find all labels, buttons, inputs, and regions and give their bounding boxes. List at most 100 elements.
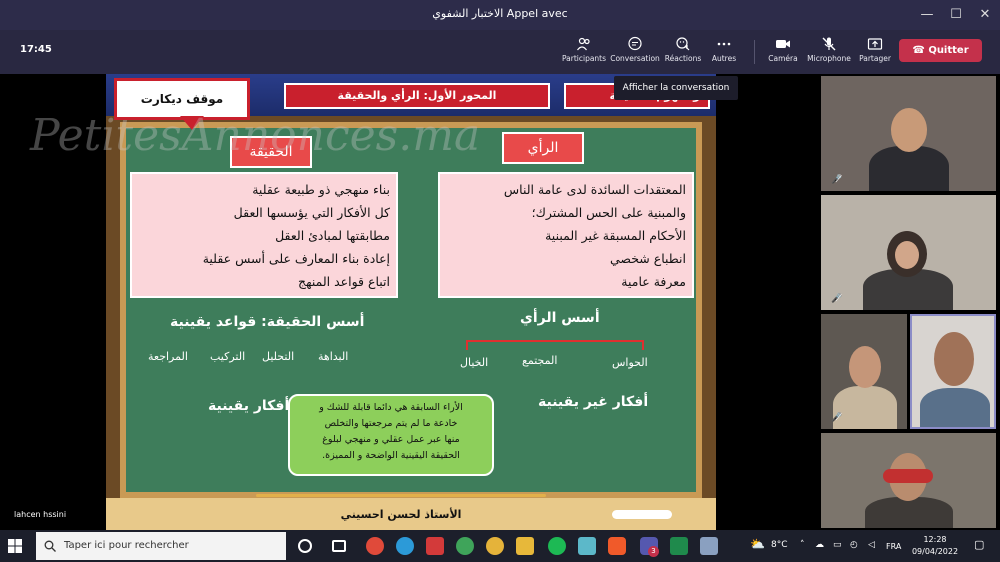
rule-item: التحليل — [262, 350, 295, 363]
close-window-button[interactable]: ✕ — [974, 4, 996, 26]
teacher-name: الأستاذ لحسن احسيني — [340, 508, 462, 521]
teams-notification-badge: 3 — [648, 546, 659, 557]
participant-video — [833, 386, 897, 429]
app-icon[interactable] — [578, 537, 596, 555]
microphone-label: Microphone — [807, 54, 851, 63]
conclusion-line: الحقيقة اليقينية الواضحة و المميزة. — [322, 450, 460, 461]
minimize-button[interactable]: — — [916, 4, 938, 26]
presenter-name: lahcen hssini — [14, 510, 67, 519]
file-explorer-icon[interactable] — [516, 537, 534, 555]
share-button[interactable]: Partager — [850, 36, 900, 63]
microphone-button[interactable]: Microphone — [804, 36, 854, 63]
truth-line: كل الأفكار التي يؤسسها العقل — [233, 205, 390, 220]
language-indicator[interactable]: FRA — [886, 542, 901, 551]
mic-muted-icon: 🎤̸ — [831, 413, 843, 423]
presentation-slide: المحور الأول: الرأي والحقيقة ومفهوم الحق… — [106, 74, 716, 530]
certain-ideas: أفكار يقينية — [208, 398, 290, 414]
clock-date: 09/04/2022 — [911, 547, 959, 556]
sources-bracket — [466, 340, 644, 350]
participant-video — [920, 388, 990, 427]
participant-face-detail — [895, 241, 919, 269]
source-item: الحواس — [612, 356, 648, 369]
participant-tile-active[interactable] — [910, 314, 996, 429]
truth-foundations-heading: أسس الحقيقة: قواعد يقينية — [170, 314, 365, 330]
source-item: الخيال — [460, 356, 489, 369]
camera-label: Caméra — [768, 54, 798, 63]
brave-icon[interactable] — [608, 537, 626, 555]
window-title: الاختبار الشفوي Appel avec — [432, 7, 568, 20]
participant-tile[interactable]: 🎤̸ — [821, 195, 996, 310]
chrome-profile-icon[interactable] — [486, 537, 504, 555]
opinion-line: والمبنية على الحس المشترك؛ — [531, 205, 686, 220]
task-view-icon[interactable] — [332, 540, 346, 552]
participants-label: Participants — [561, 54, 607, 63]
conclusion-line: منها عبر عمل عقلي و منهجي لبلوغ — [322, 434, 460, 445]
windows-start-icon[interactable] — [8, 539, 22, 553]
more-button[interactable]: Autres — [699, 36, 749, 63]
chat-icon — [628, 36, 642, 51]
conversation-label: Conversation — [610, 54, 660, 63]
leave-button[interactable]: ☎ Quitter — [899, 39, 982, 62]
participant-tile[interactable]: 🎤̸ — [821, 76, 996, 191]
opinion-line: الأحكام المسبقة غير المبنية — [545, 228, 686, 243]
share-icon — [867, 38, 883, 50]
app-icon[interactable] — [426, 537, 444, 555]
participant-tile[interactable] — [821, 433, 996, 528]
phone-hangup-icon: ☎ — [912, 45, 925, 56]
window-title-bar: الاختبار الشفوي Appel avec — ☐ ✕ — [0, 0, 1000, 30]
battery-icon[interactable]: ▭ — [833, 540, 842, 550]
camera-button[interactable]: Caméra — [758, 36, 808, 63]
network-icon[interactable]: ◴ — [850, 540, 858, 550]
conversation-tooltip: Afficher la conversation — [614, 76, 738, 100]
truth-line: مطابقتها لمبادئ العقل — [275, 228, 390, 243]
conversation-button[interactable]: Conversation — [610, 36, 660, 63]
clock-time: 12:28 — [923, 535, 947, 544]
chrome-profile-icon[interactable] — [456, 537, 474, 555]
maximize-button[interactable]: ☐ — [945, 4, 967, 26]
excel-icon[interactable] — [670, 537, 688, 555]
search-icon — [44, 540, 56, 552]
conclusion-line: خادعة ما لم يتم مرجعتها والتخلص — [324, 418, 458, 429]
chalkboard: الحقيقة الرأي بناء منهجي ذو طبيعة عقلية … — [120, 122, 702, 498]
participant-tile[interactable]: 🎤̸ — [821, 314, 907, 429]
chrome-icon[interactable] — [366, 537, 384, 555]
footer-decoration — [256, 494, 546, 497]
weather-temp[interactable]: 8°C — [771, 540, 788, 550]
source-item: المجتمع — [522, 354, 558, 367]
show-hidden-icons[interactable]: ˄ — [800, 540, 805, 550]
opinion-line: معرفة عامية — [621, 274, 686, 289]
rule-item: البداهة — [318, 350, 349, 363]
onedrive-icon[interactable]: ☁ — [815, 540, 824, 550]
participant-video — [869, 146, 949, 191]
truth-list-box: بناء منهجي ذو طبيعة عقلية كل الأفكار الت… — [130, 172, 398, 298]
opinion-label: الرأي — [502, 132, 584, 164]
cortana-icon[interactable] — [298, 539, 312, 553]
truth-label: الحقيقة — [230, 136, 312, 168]
meeting-duration: 17:45 — [20, 44, 52, 55]
meeting-toolbar: 17:45 Participants Conversation Réaction… — [0, 30, 1000, 74]
participant-video — [865, 497, 953, 528]
search-placeholder: Taper ici pour rechercher — [64, 540, 189, 551]
participants-button[interactable]: Participants — [559, 36, 609, 63]
taskbar-search[interactable]: Taper ici pour rechercher — [36, 532, 286, 560]
taskbar-clock[interactable]: 12:28 09/04/2022 — [910, 534, 960, 558]
uncertain-ideas: أفكار غير يقينية — [538, 394, 649, 410]
mic-muted-icon: 🎤̸ — [831, 175, 843, 185]
truth-line: إعادة بناء المعارف على أسس عقلية — [202, 251, 390, 266]
mic-muted-icon: 🎤̸ — [831, 294, 843, 304]
edge-icon[interactable] — [396, 537, 414, 555]
more-icon — [717, 42, 731, 46]
app-icon[interactable] — [700, 537, 718, 555]
participants-icon — [577, 37, 590, 51]
spotify-icon[interactable] — [548, 537, 566, 555]
participant-face — [891, 108, 927, 152]
weather-icon[interactable]: ⛅ — [750, 537, 765, 551]
camera-icon — [776, 40, 790, 48]
windows-taskbar: Taper ici pour rechercher 3 ⛅ 8°C ˄ ☁ ▭ … — [0, 530, 1000, 562]
volume-icon[interactable]: ◁ — [868, 540, 875, 550]
opinion-line: المعتقدات السائدة لدى عامة الناس — [503, 182, 686, 197]
notifications-icon[interactable]: ▢ — [974, 538, 984, 551]
callout-pointer — [180, 116, 204, 130]
descartes-callout: موقف ديكارت — [114, 78, 250, 120]
footer-pill-decoration — [612, 510, 672, 519]
